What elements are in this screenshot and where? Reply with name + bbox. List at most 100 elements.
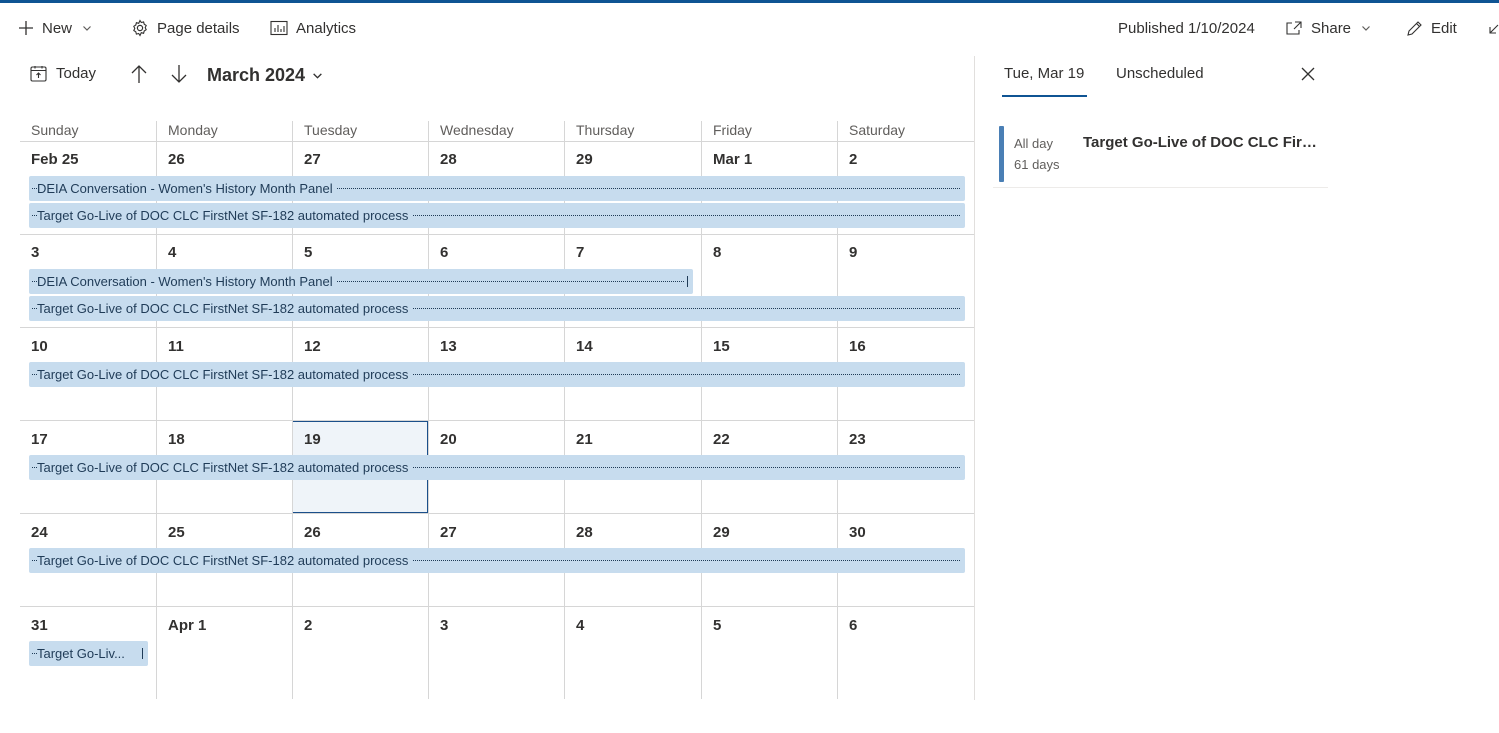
day-number[interactable]: 13 [440,338,457,355]
day-number[interactable]: 25 [168,524,185,541]
today-button[interactable]: Today [30,65,96,82]
day-number[interactable]: 15 [713,338,730,355]
day-number[interactable]: 16 [849,338,866,355]
edit-label: Edit [1431,19,1457,37]
day-number[interactable]: 11 [168,338,184,355]
event-bar-target[interactable]: Target Go-Liv... [29,641,148,666]
new-button[interactable]: New [18,17,92,39]
week-divider [20,606,974,607]
week-divider [20,513,974,514]
event-bar-target[interactable]: Target Go-Live of DOC CLC FirstNet SF-18… [29,362,965,387]
day-number[interactable]: 28 [440,151,457,168]
weekday-label: Tuesday [304,122,358,138]
previous-month-button[interactable] [129,64,151,86]
month-grid: Feb 25 26 27 28 29 Mar 1 2 DEIA Conversa… [20,121,975,699]
day-number[interactable]: 10 [31,338,48,355]
day-number[interactable]: 23 [849,431,866,448]
day-number[interactable]: 5 [304,244,312,261]
event-title: DEIA Conversation - Women's History Mont… [37,274,337,289]
event-bar-deia[interactable]: DEIA Conversation - Women's History Mont… [29,176,965,201]
day-number[interactable]: 12 [304,338,321,355]
event-title: Target Go-Live of DOC CLC FirstNet SF-18… [37,553,413,568]
page-details-label: Page details [157,19,240,37]
day-number[interactable]: Apr 1 [168,617,206,634]
collapse-button[interactable] [1488,17,1499,39]
chevron-down-icon [83,26,91,31]
event-color-accent [999,126,1004,182]
day-number[interactable]: 29 [713,524,730,541]
day-number[interactable]: 26 [304,524,321,541]
event-allday-label: All day [1014,136,1054,151]
day-number[interactable]: 4 [168,244,176,261]
day-number[interactable]: 21 [576,431,593,448]
tab-selected-day[interactable]: Tue, Mar 19 [1004,65,1084,82]
next-month-button[interactable] [169,64,191,86]
analytics-label: Analytics [296,19,357,37]
event-bar-deia[interactable]: DEIA Conversation - Women's History Mont… [29,269,693,294]
day-number[interactable]: 27 [440,524,457,541]
day-number[interactable]: 3 [31,244,39,261]
day-number[interactable]: 18 [168,431,185,448]
tab-unscheduled[interactable]: Unscheduled [1116,65,1204,82]
gear-icon [133,19,147,37]
arrow-up-icon [131,65,147,83]
today-label: Today [56,65,97,82]
day-number[interactable]: 20 [440,431,457,448]
day-number[interactable]: 4 [576,617,584,634]
event-title: Target Go-Live of DOC CLC FirstNet SF-18… [37,367,413,382]
calendar-today-icon [30,66,47,82]
day-number[interactable]: 2 [849,151,857,168]
day-number[interactable]: 14 [576,338,593,355]
day-number[interactable]: 26 [168,151,185,168]
event-bar-target[interactable]: Target Go-Live of DOC CLC FirstNet SF-18… [29,548,965,573]
chevron-down-icon [313,73,322,79]
week-divider [20,327,974,328]
analytics-button[interactable]: Analytics [270,17,356,39]
day-number[interactable]: 2 [304,617,312,634]
day-number-selected[interactable]: 19 [304,431,321,448]
weekday-label: Friday [713,122,752,138]
day-number[interactable]: 27 [304,151,321,168]
edit-button[interactable]: Edit [1406,17,1457,39]
weekday-label: Monday [168,122,218,138]
plus-icon [19,21,33,35]
arrow-down-icon [171,65,187,83]
day-number[interactable]: 5 [713,617,721,634]
event-bar-target[interactable]: Target Go-Live of DOC CLC FirstNet SF-18… [29,203,965,228]
day-number[interactable]: 7 [576,244,584,261]
event-title: Target Go-Liv... [37,646,129,661]
new-label: New [42,19,73,37]
analytics-chart-icon [270,20,288,36]
event-bar-target[interactable]: Target Go-Live of DOC CLC FirstNet SF-18… [29,296,965,321]
close-panel-button[interactable] [1300,66,1317,83]
event-bar-target[interactable]: Target Go-Live of DOC CLC FirstNet SF-18… [29,455,965,480]
day-number[interactable]: 30 [849,524,866,541]
share-icon [1286,21,1302,35]
day-number[interactable]: 8 [713,244,721,261]
day-number[interactable]: 6 [440,244,448,261]
collapse-arrow-icon [1489,24,1499,34]
day-number[interactable]: 24 [31,524,48,541]
day-number[interactable]: 28 [576,524,593,541]
day-number[interactable]: Feb 25 [31,151,79,168]
day-number[interactable]: 22 [713,431,730,448]
event-duration: 61 days [1014,157,1060,172]
day-number[interactable]: 3 [440,617,448,634]
panel-event-item[interactable]: All day 61 days Target Go-Live of DOC CL… [993,120,1328,188]
week-divider [20,420,974,421]
calendar-header: Today March 2024 [0,56,975,96]
day-number[interactable]: 17 [31,431,48,448]
published-label: Published 1/10/2024 [1118,19,1255,37]
weekday-label: Sunday [31,122,79,138]
weekday-label: Thursday [576,122,635,138]
day-number[interactable]: 6 [849,617,857,634]
day-number[interactable]: Mar 1 [713,151,752,168]
day-number[interactable]: 31 [31,617,48,634]
share-button[interactable]: Share [1285,17,1371,39]
day-number[interactable]: 29 [576,151,593,168]
day-number[interactable]: 9 [849,244,857,261]
event-title: DEIA Conversation - Women's History Mont… [37,181,337,196]
page-details-button[interactable]: Page details [131,17,240,39]
active-tab-indicator [1002,95,1087,97]
month-picker-button[interactable]: March 2024 [207,65,323,86]
